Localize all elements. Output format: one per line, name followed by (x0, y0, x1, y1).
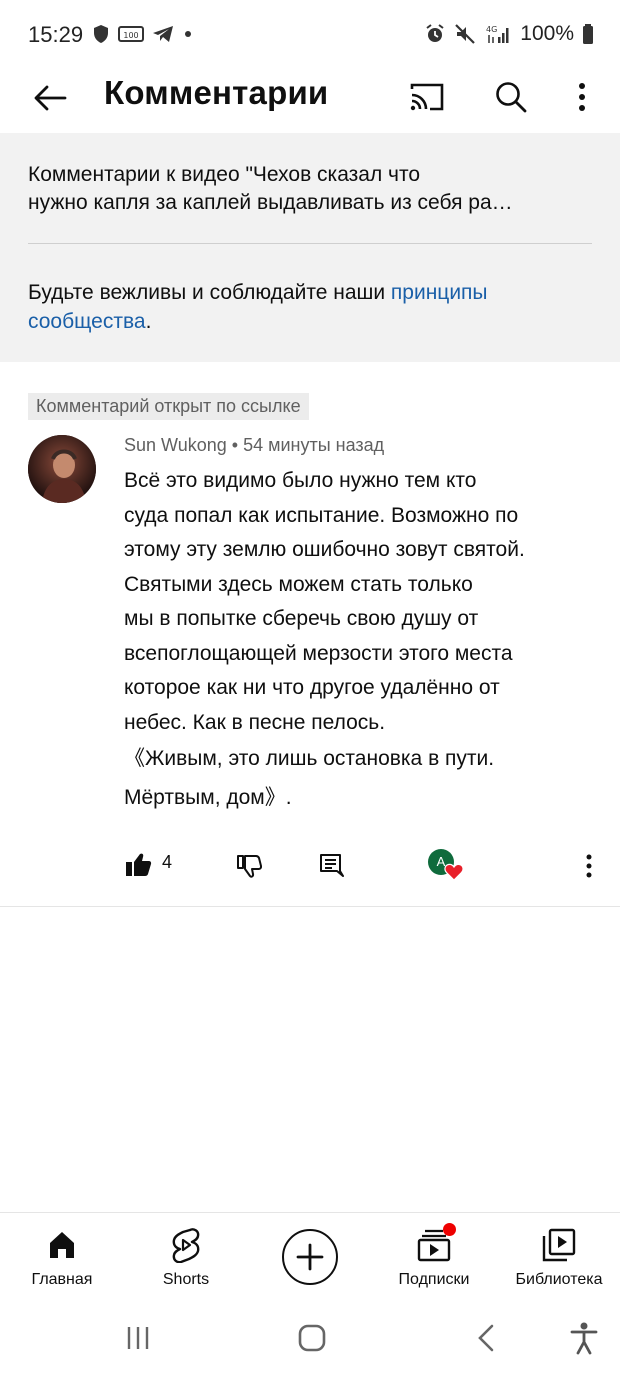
comment-timestamp: 54 минуты назад (243, 435, 385, 455)
subscriptions-icon (414, 1223, 456, 1265)
nav-shorts[interactable]: Shorts (136, 1213, 236, 1303)
page-title: Комментарии (104, 74, 329, 111)
svg-text:100: 100 (123, 31, 138, 40)
recent-apps-button[interactable] (118, 1318, 158, 1358)
nav-library[interactable]: Библиотека (504, 1213, 614, 1303)
comment-line: всепоглощающей мерзости этого места (124, 641, 513, 665)
like-button[interactable] (124, 851, 152, 879)
comment-line: этому эту землю ошибочно зовут святой. (124, 538, 525, 561)
nav-home-label: Главная (31, 1271, 93, 1288)
back-button[interactable] (28, 76, 72, 120)
dot-icon (185, 31, 191, 37)
telegram-icon (153, 26, 173, 42)
comment-divider (0, 906, 620, 907)
comment-line: Мёртвым, дом》. (124, 785, 292, 809)
accessibility-button[interactable] (564, 1318, 604, 1358)
community-guidelines-notice: Будьте вежливы и соблюдайте наши принцип… (28, 278, 593, 336)
more-vert-icon (579, 83, 585, 111)
like-count: 4 (162, 852, 173, 872)
nav-create[interactable] (280, 1213, 340, 1303)
status-bar: 15:29 100 4G 100% (0, 0, 620, 66)
comments-header: Комментарии к видео "Чехов сказал что ну… (0, 133, 620, 362)
library-icon (539, 1225, 579, 1265)
linked-comment-badge: Комментарий открыт по ссылке (28, 393, 309, 420)
status-left-icons: 100 (92, 24, 194, 44)
comment-line: Святыми здесь можем стать только (124, 572, 473, 596)
mute-icon (455, 24, 476, 44)
comment-line: Всё это видимо было нужно тем кто (124, 469, 477, 492)
reply-button[interactable] (318, 852, 344, 878)
nav-library-label: Библиотека (515, 1271, 603, 1288)
video-title-line-1: Комментарии к видео "Чехов сказал что (28, 163, 421, 186)
heart-icon (444, 863, 464, 881)
more-options-button[interactable] (562, 74, 602, 120)
nav-shorts-label: Shorts (162, 1271, 210, 1288)
thumb-down-icon (237, 855, 263, 878)
accessibility-icon (570, 1322, 598, 1355)
comment-more-button[interactable] (576, 849, 602, 883)
comment-line: суда попал как испытание. Возможно по (124, 503, 519, 527)
status-time: 15:29 (28, 22, 84, 47)
reply-comment-icon (320, 854, 344, 877)
notification-badge-icon: 100 (118, 26, 144, 42)
header-divider (28, 243, 592, 244)
comment-line: мы в попытке сберечь свою душу от (124, 607, 479, 630)
search-icon (496, 82, 527, 113)
shorts-icon (166, 1225, 206, 1265)
thumb-up-filled-icon (126, 853, 152, 876)
user-avatar-image (28, 435, 96, 503)
comment-author[interactable]: Sun Wukong (124, 435, 227, 455)
cast-button[interactable] (404, 74, 450, 120)
dislike-button[interactable] (236, 853, 264, 881)
guidelines-text: Будьте вежливы и соблюдайте наши (28, 281, 391, 304)
home-icon (42, 1225, 82, 1265)
home-system-button[interactable] (292, 1318, 332, 1358)
create-icon (282, 1229, 338, 1285)
home-square-icon (298, 1324, 326, 1352)
shield-icon (94, 25, 108, 43)
creator-heart: A (428, 849, 466, 883)
meta-separator: • (226, 435, 244, 455)
signal-icon: 4G (486, 25, 509, 43)
chevron-left-icon (478, 1324, 494, 1352)
recent-apps-icon (127, 1327, 149, 1349)
video-title-line-2: нужно капля за каплей выдавливать из себ… (28, 191, 513, 214)
guidelines-link-part-1[interactable]: принципы (391, 281, 488, 304)
alarm-icon (426, 24, 444, 42)
guidelines-link-part-2[interactable]: сообщества (28, 310, 146, 333)
comment-line: которое как ни что другое удалённо от (124, 676, 500, 699)
nav-subscriptions[interactable]: Подписки (384, 1213, 484, 1303)
comment-text: Всё это видимо было нужно тем кто суда п… (124, 464, 604, 815)
guidelines-period: . (145, 310, 152, 333)
comment-meta: Sun Wukong • 54 минуты назад (124, 435, 384, 456)
comment-line: небес. Как в песне пелось. (124, 710, 386, 734)
more-vert-icon (586, 854, 592, 878)
svg-text:4G: 4G (486, 25, 497, 34)
system-back-button[interactable] (466, 1318, 506, 1358)
app-bar: Комментарии (0, 66, 620, 132)
battery-icon (583, 24, 593, 44)
search-button[interactable] (488, 74, 534, 120)
status-right-icons: 4G 100% (424, 22, 594, 46)
arrow-left-icon (34, 85, 67, 111)
nav-subscriptions-label: Подписки (398, 1271, 470, 1288)
video-title: Комментарии к видео "Чехов сказал что ну… (28, 161, 593, 217)
battery-percent: 100% (520, 22, 574, 45)
comment-actions: 4 A (0, 845, 620, 885)
nav-home[interactable]: Главная (12, 1213, 112, 1303)
cast-icon (410, 83, 444, 111)
avatar[interactable] (28, 435, 96, 503)
notification-dot (443, 1223, 456, 1236)
comment-line: 《Живым, это лишь остановка в пути. (124, 747, 495, 770)
bottom-navigation: Главная Shorts Подписки Библиотека (0, 1212, 620, 1302)
system-navigation-bar (0, 1302, 620, 1377)
